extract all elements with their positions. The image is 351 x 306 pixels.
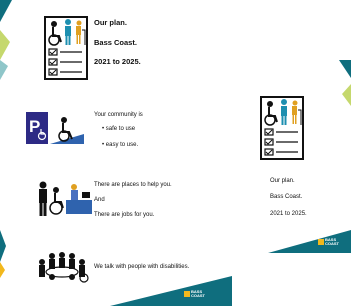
jobs-line: There are jobs for you.: [94, 212, 155, 218]
logo-mark-icon: [318, 239, 324, 245]
disabilities-line: We talk with people with disabilities.: [94, 264, 190, 270]
places-line: There are places to help you.: [94, 182, 172, 188]
logo-mark-icon: [184, 291, 190, 297]
cover-plan-title: Our plan.: [270, 178, 295, 184]
bass-coast-logo: BASS COAST: [318, 238, 339, 246]
community-heading: Your community is: [94, 112, 143, 118]
cover-region-title: Bass Coast.: [270, 194, 303, 200]
svg-text:P: P: [29, 117, 40, 136]
bullet-text-safe: safe to use: [105, 126, 136, 132]
bullet-item: • easy to use.: [102, 142, 139, 148]
cover-years-title: 2021 to 2025.: [270, 211, 307, 217]
years-title: 2021 to 2025.: [94, 57, 141, 66]
logo-word-coast: COAST: [191, 293, 205, 298]
logo-word-coast: COAST: [325, 241, 339, 246]
plan-checklist-icon: [44, 16, 88, 80]
plan-title: Our plan.: [94, 18, 127, 27]
bullet-text-easy: easy to use.: [105, 142, 139, 148]
bullet-item: • safe to use: [102, 126, 136, 132]
plan-checklist-icon: [260, 96, 304, 160]
help-desk-icon: [39, 181, 92, 216]
region-title: Bass Coast.: [94, 38, 137, 47]
accessible-parking-icon: P: [26, 112, 84, 144]
document-page-left: Our plan. Bass Coast. 2021 to 2025. P Yo…: [0, 0, 232, 306]
document-page-right: Our plan. Bass Coast. 2021 to 2025. BASS…: [248, 60, 351, 253]
group-meeting-icon: [39, 252, 89, 283]
bass-coast-logo: BASS COAST: [184, 290, 205, 298]
and-line: And: [94, 197, 105, 203]
